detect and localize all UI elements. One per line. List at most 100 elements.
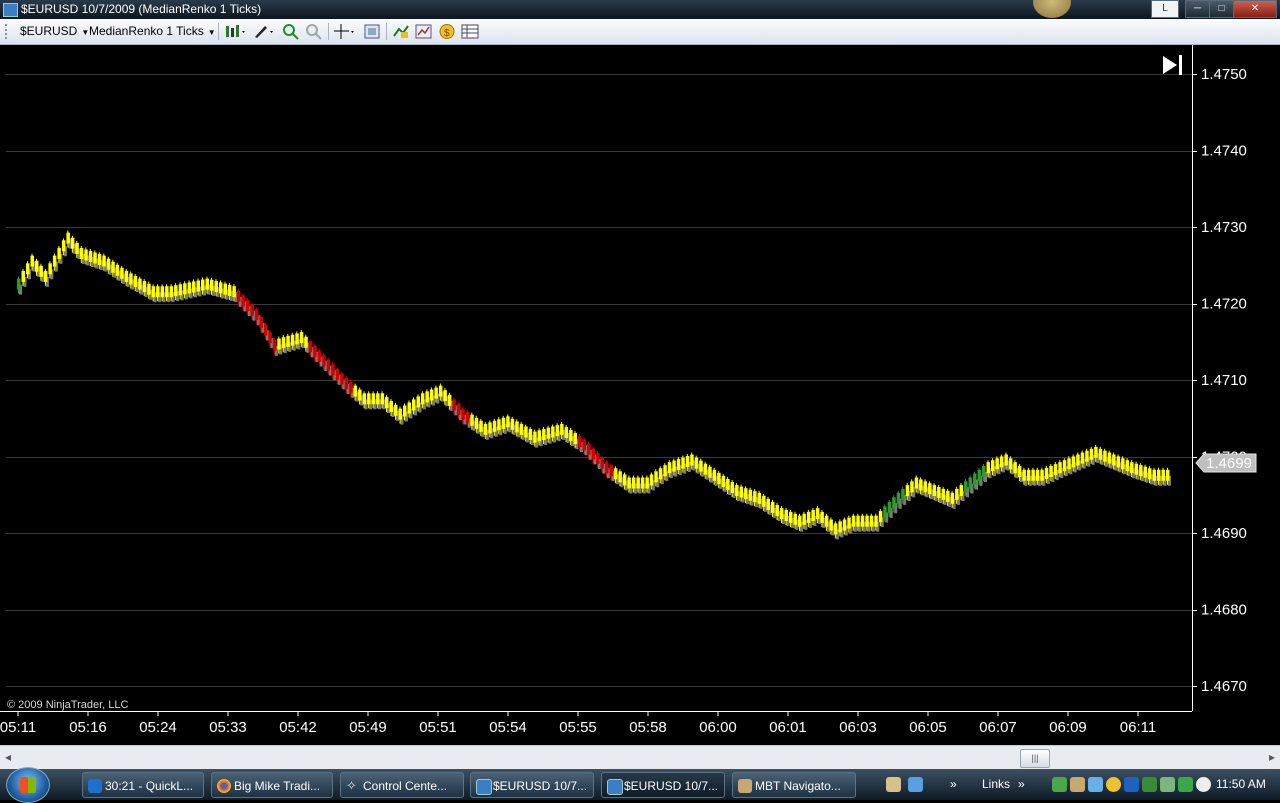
chart-panel[interactable]: 1.47501.47401.47301.47201.47101.47001.46… [0,45,1280,745]
renko-bar [892,497,896,509]
renko-bar [937,487,941,498]
tray-coin-icon[interactable] [1106,777,1121,792]
taskbar-item[interactable]: 30:21 - QuickL... [82,772,204,798]
chart-toolbar: $EURUSD ▼ MedianRenko 1 Ticks ▼ $ [0,19,1280,45]
skip-to-end-icon[interactable] [1163,55,1182,75]
renko-bar [982,466,986,477]
quicklaunch-desktop-icon[interactable] [908,777,923,792]
system-clock[interactable]: 11:50 AM [1216,769,1266,800]
indicators-icon[interactable] [392,23,410,40]
properties-icon[interactable] [363,23,381,40]
renko-bar [111,261,115,273]
renko-bar [470,414,474,426]
renko-bar [147,283,151,295]
taskbar-item[interactable]: $EURUSD 10/7... [470,772,594,798]
instrument-dropdown[interactable]: $EURUSD ▼ [20,24,89,38]
renko-bar [515,421,519,433]
time-tick-label: 06:07 [979,719,1017,736]
renko-bar [999,456,1004,468]
renko-bar [685,456,690,467]
toolbar-chevron[interactable]: » [950,769,957,800]
taskbar-item[interactable]: $EURUSD 10/7... [601,772,725,798]
zoom-in-icon[interactable] [282,23,300,40]
renko-bar [533,431,537,443]
tray-mbt-icon[interactable] [1070,777,1085,792]
time-tick-label: 05:16 [69,719,107,736]
scroll-thumb[interactable]: ||| [1020,749,1050,768]
renko-bar [802,513,806,525]
tray-evernote-icon[interactable] [1052,777,1067,792]
renko-bar [385,397,389,409]
zoom-out-icon[interactable] [305,23,323,40]
crosshair-icon[interactable] [333,23,357,40]
renko-bar [860,515,865,527]
app-icon[interactable] [3,3,18,17]
renko-bar [847,517,851,529]
taskbar-item[interactable]: MBT Navigato... [732,772,856,798]
renko-bar [308,341,313,353]
tray-update-icon[interactable] [1160,777,1175,792]
data-box-icon[interactable] [461,23,479,40]
time-tick-label: 05:51 [419,719,457,736]
renko-bar [950,492,955,504]
renko-bar [991,460,995,472]
renko-bar [551,426,555,438]
renko-bar [712,469,717,481]
renko-bar [717,472,721,484]
links-chevron[interactable]: » [1018,769,1025,800]
drawing-tool-icon[interactable] [252,23,276,40]
scroll-right-button[interactable]: ▸ [1264,749,1280,765]
renko-bar [649,474,654,486]
renko-bar [353,385,358,397]
renko-bar [35,260,39,272]
window-titlebar[interactable]: $EURUSD 10/7/2009 (MedianRenko 1 Ticks) … [0,0,1280,19]
renko-bar [901,488,905,500]
renko-bar [138,278,142,290]
renko-bar [57,247,61,259]
renko-bar [914,477,919,489]
start-button[interactable] [6,767,50,803]
renko-bar [811,510,815,521]
renko-bar [1058,462,1062,474]
renko-bar [658,468,663,480]
help-button[interactable]: L [1151,0,1179,18]
renko-bar [17,278,21,290]
renko-bar [210,279,214,291]
renko-bar [48,263,52,275]
renko-bar [214,281,218,293]
links-toolbar[interactable]: Links [982,769,1010,800]
strategies-icon[interactable] [415,23,433,40]
order-icon[interactable]: $ [438,23,456,40]
taskbar-item[interactable]: Big Mike Tradi... [211,772,333,798]
renko-bar [425,391,429,403]
maximize-button[interactable]: □ [1209,0,1234,18]
renko-bar [84,249,88,261]
ie-icon [88,779,102,793]
renko-bar [995,458,999,470]
renko-bar [124,270,129,282]
renko-bar [735,485,739,497]
tray-network-icon[interactable] [1088,777,1103,792]
renko-bar [645,477,649,489]
price-chart[interactable]: 1.47501.47401.47301.47201.47101.47001.46… [0,45,1280,745]
bartype-label: MedianRenko 1 Ticks [89,24,204,38]
price-tick-label: 1.4680 [1201,602,1247,619]
tray-app-icon[interactable] [1124,777,1139,792]
toolbar-grip[interactable] [5,24,10,39]
renko-bar [79,248,84,259]
tray-volume-icon[interactable] [1178,777,1193,792]
renko-bar [1008,458,1013,470]
minimize-button[interactable]: ─ [1185,0,1210,18]
bartype-dropdown[interactable]: MedianRenko 1 Ticks ▼ [89,24,216,38]
quicklaunch-mbt-icon[interactable] [886,777,901,792]
renko-bar [219,282,223,294]
chart-style-icon[interactable] [224,23,248,40]
close-button[interactable]: ✕ [1233,0,1277,18]
tray-clock-icon[interactable] [1196,777,1211,792]
tray-security-icon[interactable] [1142,777,1157,792]
renko-bar [1080,452,1085,464]
taskbar-item[interactable]: ✧ Control Cente... [340,772,464,798]
renko-bar [789,511,793,523]
scroll-left-button[interactable]: ◂ [0,749,16,765]
horizontal-scrollbar[interactable]: ◂ ||| ▸ [0,745,1280,770]
